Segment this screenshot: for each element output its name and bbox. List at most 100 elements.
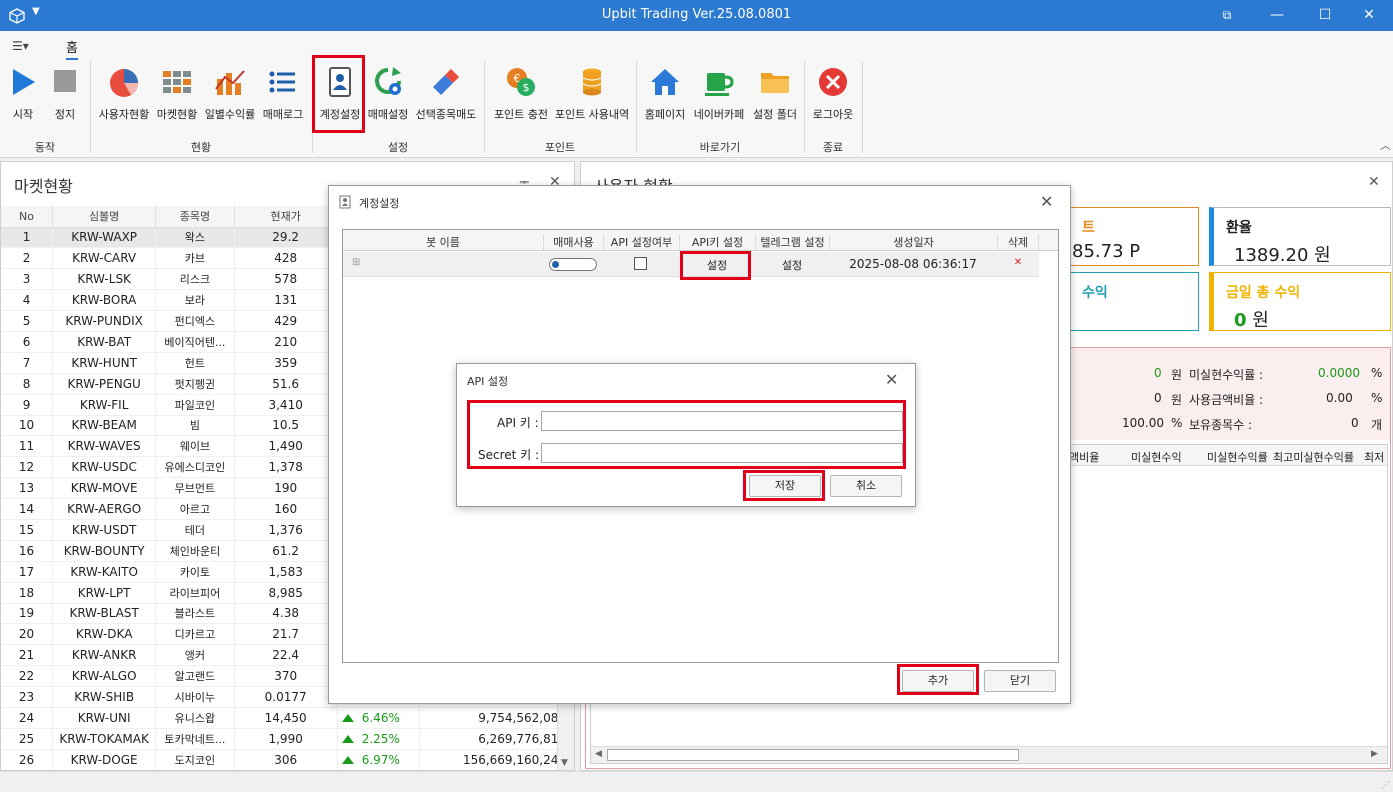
- col-header-api-key[interactable]: API키 설정: [679, 234, 755, 250]
- stop-button[interactable]: 정지: [48, 65, 82, 122]
- resize-grip-icon[interactable]: ⋰: [1381, 781, 1390, 791]
- sell-selected-button[interactable]: 선택종목매도: [414, 65, 478, 122]
- start-button[interactable]: 시작: [6, 65, 40, 122]
- table-row[interactable]: 25 KRW-TOKAMAK 토카막네트... 1,990 2.25% 6,269,776…: [1, 728, 574, 750]
- user-status-button[interactable]: 사용자현황: [98, 65, 150, 122]
- row-number: 5: [1, 310, 54, 332]
- row-price: 370: [234, 665, 338, 688]
- cancel-button[interactable]: 취소: [830, 475, 902, 497]
- maximize-button[interactable]: ☐: [1314, 4, 1336, 26]
- col-header-name[interactable]: 종목명: [155, 206, 235, 228]
- row-number: 1: [1, 227, 54, 249]
- api-dialog-close-icon[interactable]: ✕: [885, 370, 898, 389]
- row-number: 3: [1, 268, 54, 291]
- coin-stack-icon: [582, 68, 602, 96]
- row-number: 17: [1, 561, 54, 583]
- row-symbol: KRW-WAVES: [52, 435, 157, 458]
- col-header-created[interactable]: 생성일자: [829, 234, 997, 250]
- trade-log-button[interactable]: 매매로그: [262, 65, 304, 122]
- col-header-delete[interactable]: 삭제: [997, 234, 1039, 250]
- row-name: 블라스트: [155, 603, 235, 625]
- row-symbol: KRW-DKA: [52, 623, 157, 646]
- stat-r3-unit2: 개: [1371, 418, 1383, 432]
- daily-profit-button[interactable]: 일별수익률: [204, 65, 256, 122]
- collapse-ribbon-icon[interactable]: ︿: [1380, 137, 1391, 153]
- col-header-bot-name[interactable]: 봇 이름: [343, 234, 543, 250]
- folder-icon: [761, 73, 789, 93]
- logout-button[interactable]: 로그아웃: [810, 65, 856, 122]
- row-price: 0.0177: [234, 686, 338, 708]
- row-symbol: KRW-HUNT: [52, 352, 157, 374]
- scroll-right-icon[interactable]: ▶: [1371, 749, 1378, 759]
- stat-r3-value: 100.00: [1122, 416, 1164, 430]
- highlight-save-button: [743, 470, 825, 501]
- row-price: 21.7: [234, 623, 338, 646]
- col-header-symbol[interactable]: 심볼명: [52, 206, 157, 228]
- row-symbol: KRW-DOGE: [52, 749, 157, 770]
- stat-r3-unit: %: [1171, 416, 1183, 430]
- row-symbol: KRW-PUNDIX: [52, 310, 157, 332]
- col-header-trade-use[interactable]: 매매사용: [543, 234, 603, 250]
- row-name: 웨이브: [155, 435, 235, 458]
- col-header-unrealized-rate[interactable]: 미실현수익률: [1207, 449, 1268, 465]
- col-header-min[interactable]: 최저: [1364, 449, 1384, 465]
- naver-cafe-button[interactable]: 네이버카페: [693, 65, 745, 122]
- row-number: 14: [1, 498, 54, 520]
- row-symbol: KRW-USDT: [52, 519, 157, 541]
- holdings-hscrollbar[interactable]: ◀ ▶: [591, 746, 1387, 763]
- col-header-price[interactable]: 현재가: [234, 206, 338, 228]
- point-charge-button[interactable]: € $ 포인트 충전: [490, 65, 552, 122]
- close-dialog-button[interactable]: 닫기: [984, 670, 1056, 692]
- col-header-telegram[interactable]: 텔레그램 설정: [755, 234, 829, 250]
- col-header-amount-ratio[interactable]: 액비율: [1069, 449, 1099, 465]
- row-symbol: KRW-USDC: [52, 456, 157, 479]
- api-set-checkbox[interactable]: [634, 257, 647, 270]
- exchange-rate-value: 1389.20 원: [1234, 245, 1331, 266]
- restore-layout-icon[interactable]: ⧉: [1216, 4, 1238, 26]
- group-action-label: 동작: [34, 141, 56, 154]
- tab-home[interactable]: 홈: [66, 37, 78, 60]
- scroll-left-icon[interactable]: ◀: [595, 749, 602, 759]
- row-price: 428: [234, 247, 338, 270]
- profit-card-title: 수익: [1082, 285, 1108, 301]
- row-name: 펏지펭귄: [155, 373, 235, 395]
- daily-profit-label: 일별수익률: [204, 108, 256, 121]
- today-profit-title: 금일 총 수익: [1226, 285, 1301, 301]
- row-number: 10: [1, 415, 54, 437]
- point-card-value: 85.73 P: [1072, 241, 1141, 262]
- market-status-button[interactable]: 마켓현황: [156, 65, 198, 122]
- row-symbol: KRW-TOKAMAK: [52, 728, 157, 750]
- col-header-unrealized[interactable]: 미실현수익: [1131, 449, 1182, 465]
- stat-r2-value: 0: [1154, 391, 1162, 405]
- homepage-button[interactable]: 홈페이지: [643, 65, 687, 122]
- user-panel-close-icon[interactable]: ✕: [1368, 174, 1380, 190]
- account-dialog-close-icon[interactable]: ✕: [1040, 192, 1053, 211]
- table-row[interactable]: 24 KRW-UNI 유니스왑 14,450 6.46% 9,754,562,083: [1, 707, 574, 729]
- hscroll-thumb[interactable]: [607, 749, 1019, 761]
- trade-log-label: 매매로그: [262, 108, 304, 121]
- expand-row-icon[interactable]: ⊞: [352, 257, 360, 268]
- col-header-max-unrealized[interactable]: 최고미실현수익률: [1273, 449, 1354, 465]
- row-price: 8,985: [234, 582, 338, 604]
- home-icon: [651, 69, 679, 95]
- row-price: 1,990: [234, 728, 338, 750]
- table-row[interactable]: 26 KRW-DOGE 도지코인 306 6.97% 156,669,160,247: [1, 749, 574, 770]
- row-number: 23: [1, 686, 54, 708]
- col-header-no[interactable]: No: [1, 206, 54, 228]
- trade-settings-button[interactable]: 매매설정: [366, 65, 410, 122]
- delete-row-icon[interactable]: ✕: [997, 257, 1039, 268]
- col-header-api-set[interactable]: API 설정여부: [603, 234, 679, 250]
- telegram-setting-link[interactable]: 설정: [755, 257, 829, 273]
- close-window-button[interactable]: ✕: [1358, 4, 1380, 26]
- row-name: 헌트: [155, 352, 235, 374]
- exchange-rate-title: 환율: [1226, 220, 1252, 236]
- minimize-button[interactable]: —: [1266, 4, 1288, 26]
- row-name: 체인바운티: [155, 540, 235, 562]
- scroll-down-icon[interactable]: ▼: [561, 758, 568, 768]
- settings-folder-button[interactable]: 설정 폴더: [749, 65, 801, 122]
- row-name: 토카막네트...: [155, 728, 235, 750]
- point-history-button[interactable]: 포인트 사용내역: [554, 65, 630, 122]
- ribbon-menu-icon[interactable]: ☰▾: [12, 39, 29, 53]
- trade-use-toggle[interactable]: [549, 258, 597, 271]
- row-name: 유니스왑: [155, 707, 235, 729]
